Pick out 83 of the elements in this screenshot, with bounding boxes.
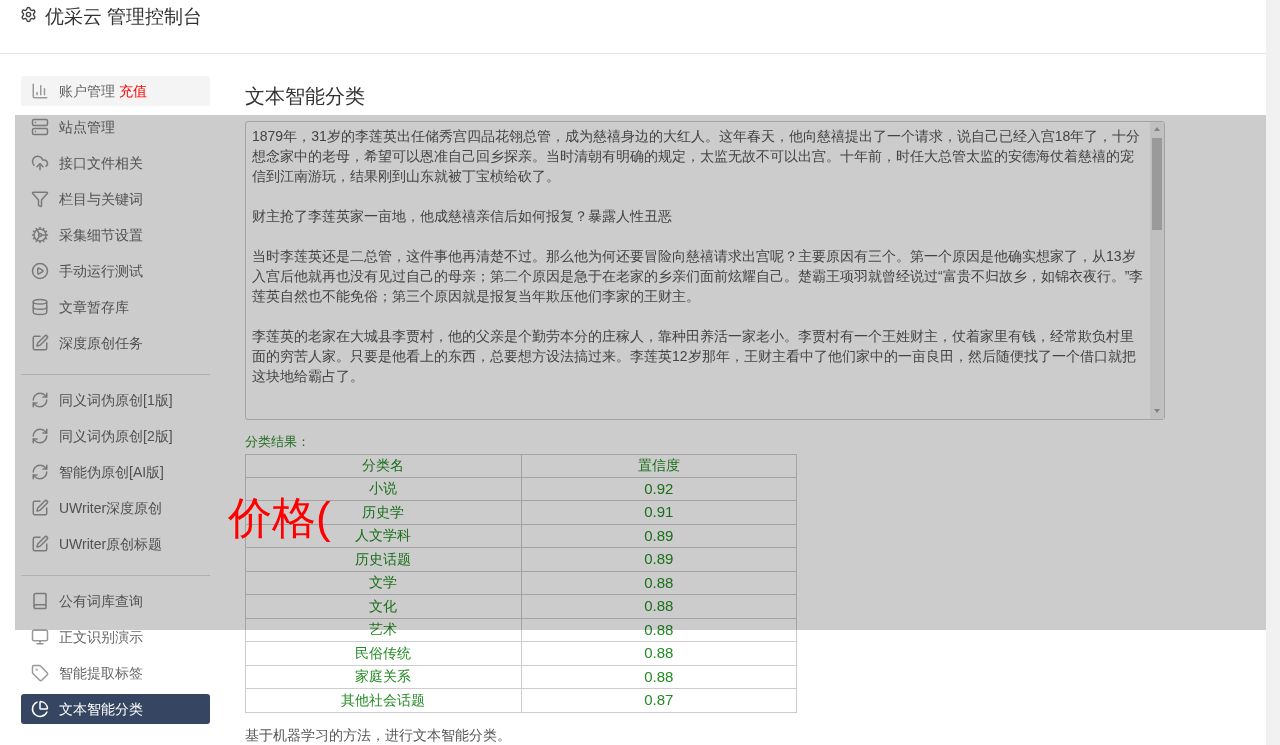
sidebar-label: 采集细节设置 — [59, 225, 143, 245]
sidebar-item[interactable]: 智能伪原创[AI版] — [21, 457, 210, 487]
sidebar-item[interactable]: UWriter原创标题 — [21, 529, 210, 559]
table-cell: 0.87 — [521, 688, 797, 712]
table-cell: 文化 — [245, 594, 521, 618]
sidebar-label: UWriter原创标题 — [59, 534, 163, 554]
gears-icon — [31, 226, 49, 244]
column-header: 分类名 — [245, 454, 521, 477]
input-paragraph: 1879年，31岁的李莲英出任储秀宫四品花翎总管，成为慈禧身边的大红人。这年春天，他向慈禧提出了一个请求，说自己已经入宫18年了，十分想念家中的老母，希望可以恩准自己回乡探亲。当时清朝有明确的规定，太监无故不可以出宫。十年前，时任大总管太监的安德海仗着慈禧的宠信到江南游玩，结果刚到山东就被丁宝桢给砍了。 — [252, 127, 1142, 186]
sidebar-label: 文章暂存库 — [59, 297, 129, 317]
sidebar-label: 接口文件相关 — [59, 153, 143, 173]
bar-chart-icon — [31, 82, 49, 100]
sidebar-item[interactable]: 手动运行测试 — [21, 256, 210, 286]
sidebar-item[interactable]: 账户管理 充值 — [21, 76, 210, 106]
sidebar-label: 同义词伪原创[1版] — [59, 390, 173, 410]
tag-icon — [31, 664, 49, 682]
table-cell: 0.88 — [521, 571, 797, 595]
sidebar-item[interactable]: 同义词伪原创[1版] — [21, 385, 210, 415]
table-cell: 0.91 — [521, 500, 797, 524]
play-icon — [31, 262, 49, 280]
table-cell: 历史话题 — [245, 547, 521, 571]
edit-icon — [31, 535, 49, 553]
sidebar-item[interactable]: 深度原创任务 — [21, 328, 210, 358]
column-header: 置信度 — [521, 454, 797, 477]
refresh-icon — [31, 463, 49, 481]
monitor-icon — [31, 628, 49, 646]
table-cell: 0.92 — [521, 477, 797, 501]
sidebar-label: 栏目与关键词 — [59, 189, 143, 209]
sidebar-item[interactable]: 文章暂存库 — [21, 292, 210, 322]
recharge-link[interactable]: 充值 — [119, 80, 147, 102]
results-label: 分类结果： — [245, 433, 311, 451]
sidebar-label: 文本智能分类 — [59, 699, 143, 719]
sidebar-item[interactable]: 采集细节设置 — [21, 220, 210, 250]
sidebar-label: 站点管理 — [59, 117, 115, 137]
text-input-area[interactable] — [245, 121, 1165, 420]
sidebar-item[interactable]: 同义词伪原创[2版] — [21, 421, 210, 451]
description-text: 基于机器学习的方法，进行文本智能分类。 — [245, 725, 512, 745]
sidebar-label: 公有词库查询 — [59, 591, 143, 611]
refresh-icon — [31, 391, 49, 409]
settings-icon[interactable] — [20, 6, 37, 23]
page-scrollbar[interactable] — [1266, 0, 1280, 745]
database-icon — [31, 298, 49, 316]
cloud-upload-icon — [31, 154, 49, 172]
table-cell: 0.88 — [521, 641, 797, 665]
refresh-icon — [31, 427, 49, 445]
edit-icon — [31, 499, 49, 517]
book-icon — [31, 592, 49, 610]
server-icon — [31, 118, 49, 136]
sidebar-item[interactable]: 智能提取标签 — [21, 658, 210, 688]
table-cell: 0.88 — [521, 618, 797, 642]
table-cell: 0.88 — [521, 665, 797, 689]
input-paragraph: 当时李莲英还是二总管，这件事他再清楚不过。那么他为何还要冒险向慈禧请求出宫呢？主要原因有三个。第一个原因是他确实想家了，从13岁入宫后他就再也没有见过自己的母亲；第二个原因是急于在老家的乡亲们面前炫耀自己。楚霸王项羽就曾经说过“富贵不归故乡，如锦衣夜行。”李莲英自然也不能免俗；第三个原因就是报复当年欺压他们李家的王财主。 — [252, 247, 1144, 306]
table-cell: 0.89 — [521, 547, 797, 571]
table-cell: 0.89 — [521, 524, 797, 548]
table-cell: 家庭关系 — [245, 665, 521, 689]
sidebar-item[interactable]: 正文识别演示 — [21, 622, 210, 652]
input-paragraph: 李莲英的老家在大城县李贾村，他的父亲是个勤劳本分的庄稼人，靠种田养活一家老小。李贾村有一个王姓财主，仗着家里有钱，经常欺负村里面的穷苦人家。只要是他看上的东西，总要想方设法搞过来。李莲英12岁那年，王财主看中了他们家中的一亩良田，然后随便找了一个借口就把这块地给霸占了。 — [252, 327, 1137, 386]
sidebar-label: 智能伪原创[AI版] — [59, 462, 164, 482]
table-cell: 艺术 — [245, 618, 521, 642]
page-title: 文本智能分类 — [245, 84, 366, 109]
table-cell: 民俗传统 — [245, 641, 521, 665]
table-cell: 0.88 — [521, 594, 797, 618]
sidebar-item[interactable]: 接口文件相关 — [21, 148, 210, 178]
sidebar-item[interactable]: UWriter深度原创 — [21, 493, 210, 523]
sidebar-label: 深度原创任务 — [59, 333, 143, 353]
sidebar-label: 智能提取标签 — [59, 663, 143, 683]
sidebar-item[interactable]: 站点管理 — [21, 112, 210, 142]
filter-icon — [31, 190, 49, 208]
sidebar-item[interactable]: 公有词库查询 — [21, 586, 210, 616]
app-title: 优采云 管理控制台 — [45, 5, 203, 29]
scrollbar-drawing[interactable] — [1150, 122, 1164, 419]
sidebar-item[interactable]: 文本智能分类 — [21, 694, 210, 724]
sidebar-label: 正文识别演示 — [59, 627, 143, 647]
sidebar-label: 账户管理 — [59, 81, 115, 101]
sidebar-label: 同义词伪原创[2版] — [59, 426, 173, 446]
edit-icon — [31, 334, 49, 352]
pie-chart-icon — [31, 700, 49, 718]
sidebar-label: 手动运行测试 — [59, 261, 143, 281]
table-cell: 文学 — [245, 571, 521, 595]
sidebar-label: UWriter深度原创 — [59, 498, 163, 518]
input-paragraph: 财主抢了李莲英家一亩地，他成慈禧亲信后如何报复？暴露人性丑恶 — [252, 207, 673, 226]
sidebar-item[interactable]: 栏目与关键词 — [21, 184, 210, 214]
table-cell: 其他社会话题 — [245, 688, 521, 712]
